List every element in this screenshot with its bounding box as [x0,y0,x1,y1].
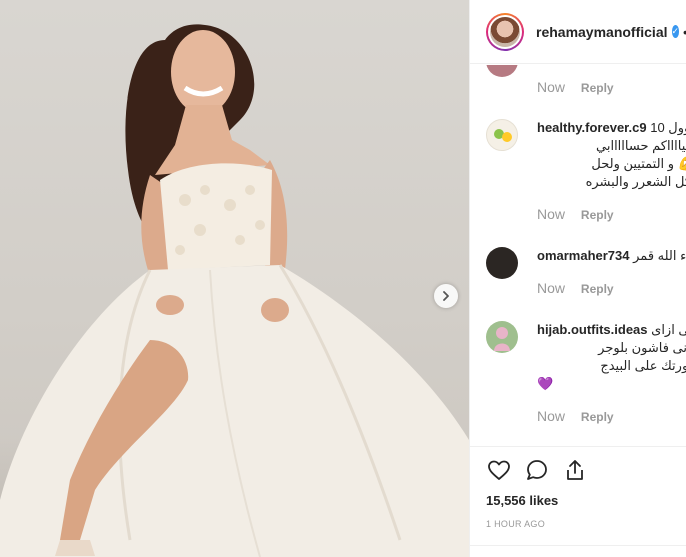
comment-avatar[interactable] [486,65,518,77]
heart-icon [488,460,510,480]
comment-avatar[interactable] [486,247,518,279]
reply-button[interactable]: Reply [581,81,614,95]
comment-time: Now [537,280,566,296]
post-header: rehamaymanofficial ✓ • [470,0,686,64]
post-actions-section: 15,556 likes 1 HOUR AGO [470,446,686,557]
comment-avatar[interactable] [486,119,518,151]
comments-list: Now Reply healthy.forever.c9 وول 10 😍😍💃ح… [470,65,686,445]
comment-meta: Now Reply [537,206,614,222]
story-ring[interactable] [486,12,524,51]
reply-button[interactable]: Reply [581,208,614,222]
chevron-right-icon [443,291,449,301]
comment-text: 💜 [537,376,554,391]
comment-text: وحابة تكونى فاشون بلوجر [598,340,686,355]
comment-text: 😍😍💃حيااااكم حسااااابي [596,138,686,153]
comment-text: 🔴مشاااكل الشعرر والبشره [585,174,686,189]
actions-row [486,457,588,483]
share-button[interactable] [562,457,588,483]
reply-button[interactable]: Reply [581,282,614,296]
comment-text: عايزة تعرفى ازاى [651,322,686,337]
hijab-avatar-icon [494,327,510,351]
healthy-logo-icon [494,129,512,142]
comment-text: وول 10 [650,120,686,135]
share-icon [567,460,583,480]
avatar [490,16,520,47]
comment-username[interactable]: hijab.outfits.ideas [537,322,648,337]
comment-time: Now [537,206,566,222]
comment-text: وهنزل صورتك على البيدج [600,358,686,373]
comment-meta: Now Reply [537,79,614,95]
comment-button[interactable] [524,457,550,483]
comment-icon [527,460,547,480]
header-username[interactable]: rehamaymanofficial [536,24,668,40]
comment-avatar[interactable] [486,321,518,353]
divider [470,545,686,546]
comment-username[interactable]: omarmaher734 [537,248,630,263]
comment-text: ريف 💪💪 و التمتيين ولحل [591,156,686,171]
comment-username[interactable]: healthy.forever.c9 [537,120,647,135]
comment-time: Now [537,408,566,424]
verified-badge-icon: ✓ [671,25,680,38]
post-photo[interactable] [0,0,469,557]
comment-text: ما شاء الله قمر [633,248,686,263]
comment-meta: Now Reply [537,280,614,296]
comment-meta: Now Reply [537,408,614,424]
post-timestamp[interactable]: 1 HOUR AGO [486,519,545,529]
bride-figure-illustration [0,24,469,557]
post-side-panel: rehamaymanofficial ✓ • Now Reply healthy… [469,0,686,557]
like-button[interactable] [486,457,512,483]
reply-button[interactable]: Reply [581,410,614,424]
likes-count[interactable]: 15,556 likes [486,493,558,508]
comment-time: Now [537,79,566,95]
next-photo-button[interactable] [434,284,458,308]
